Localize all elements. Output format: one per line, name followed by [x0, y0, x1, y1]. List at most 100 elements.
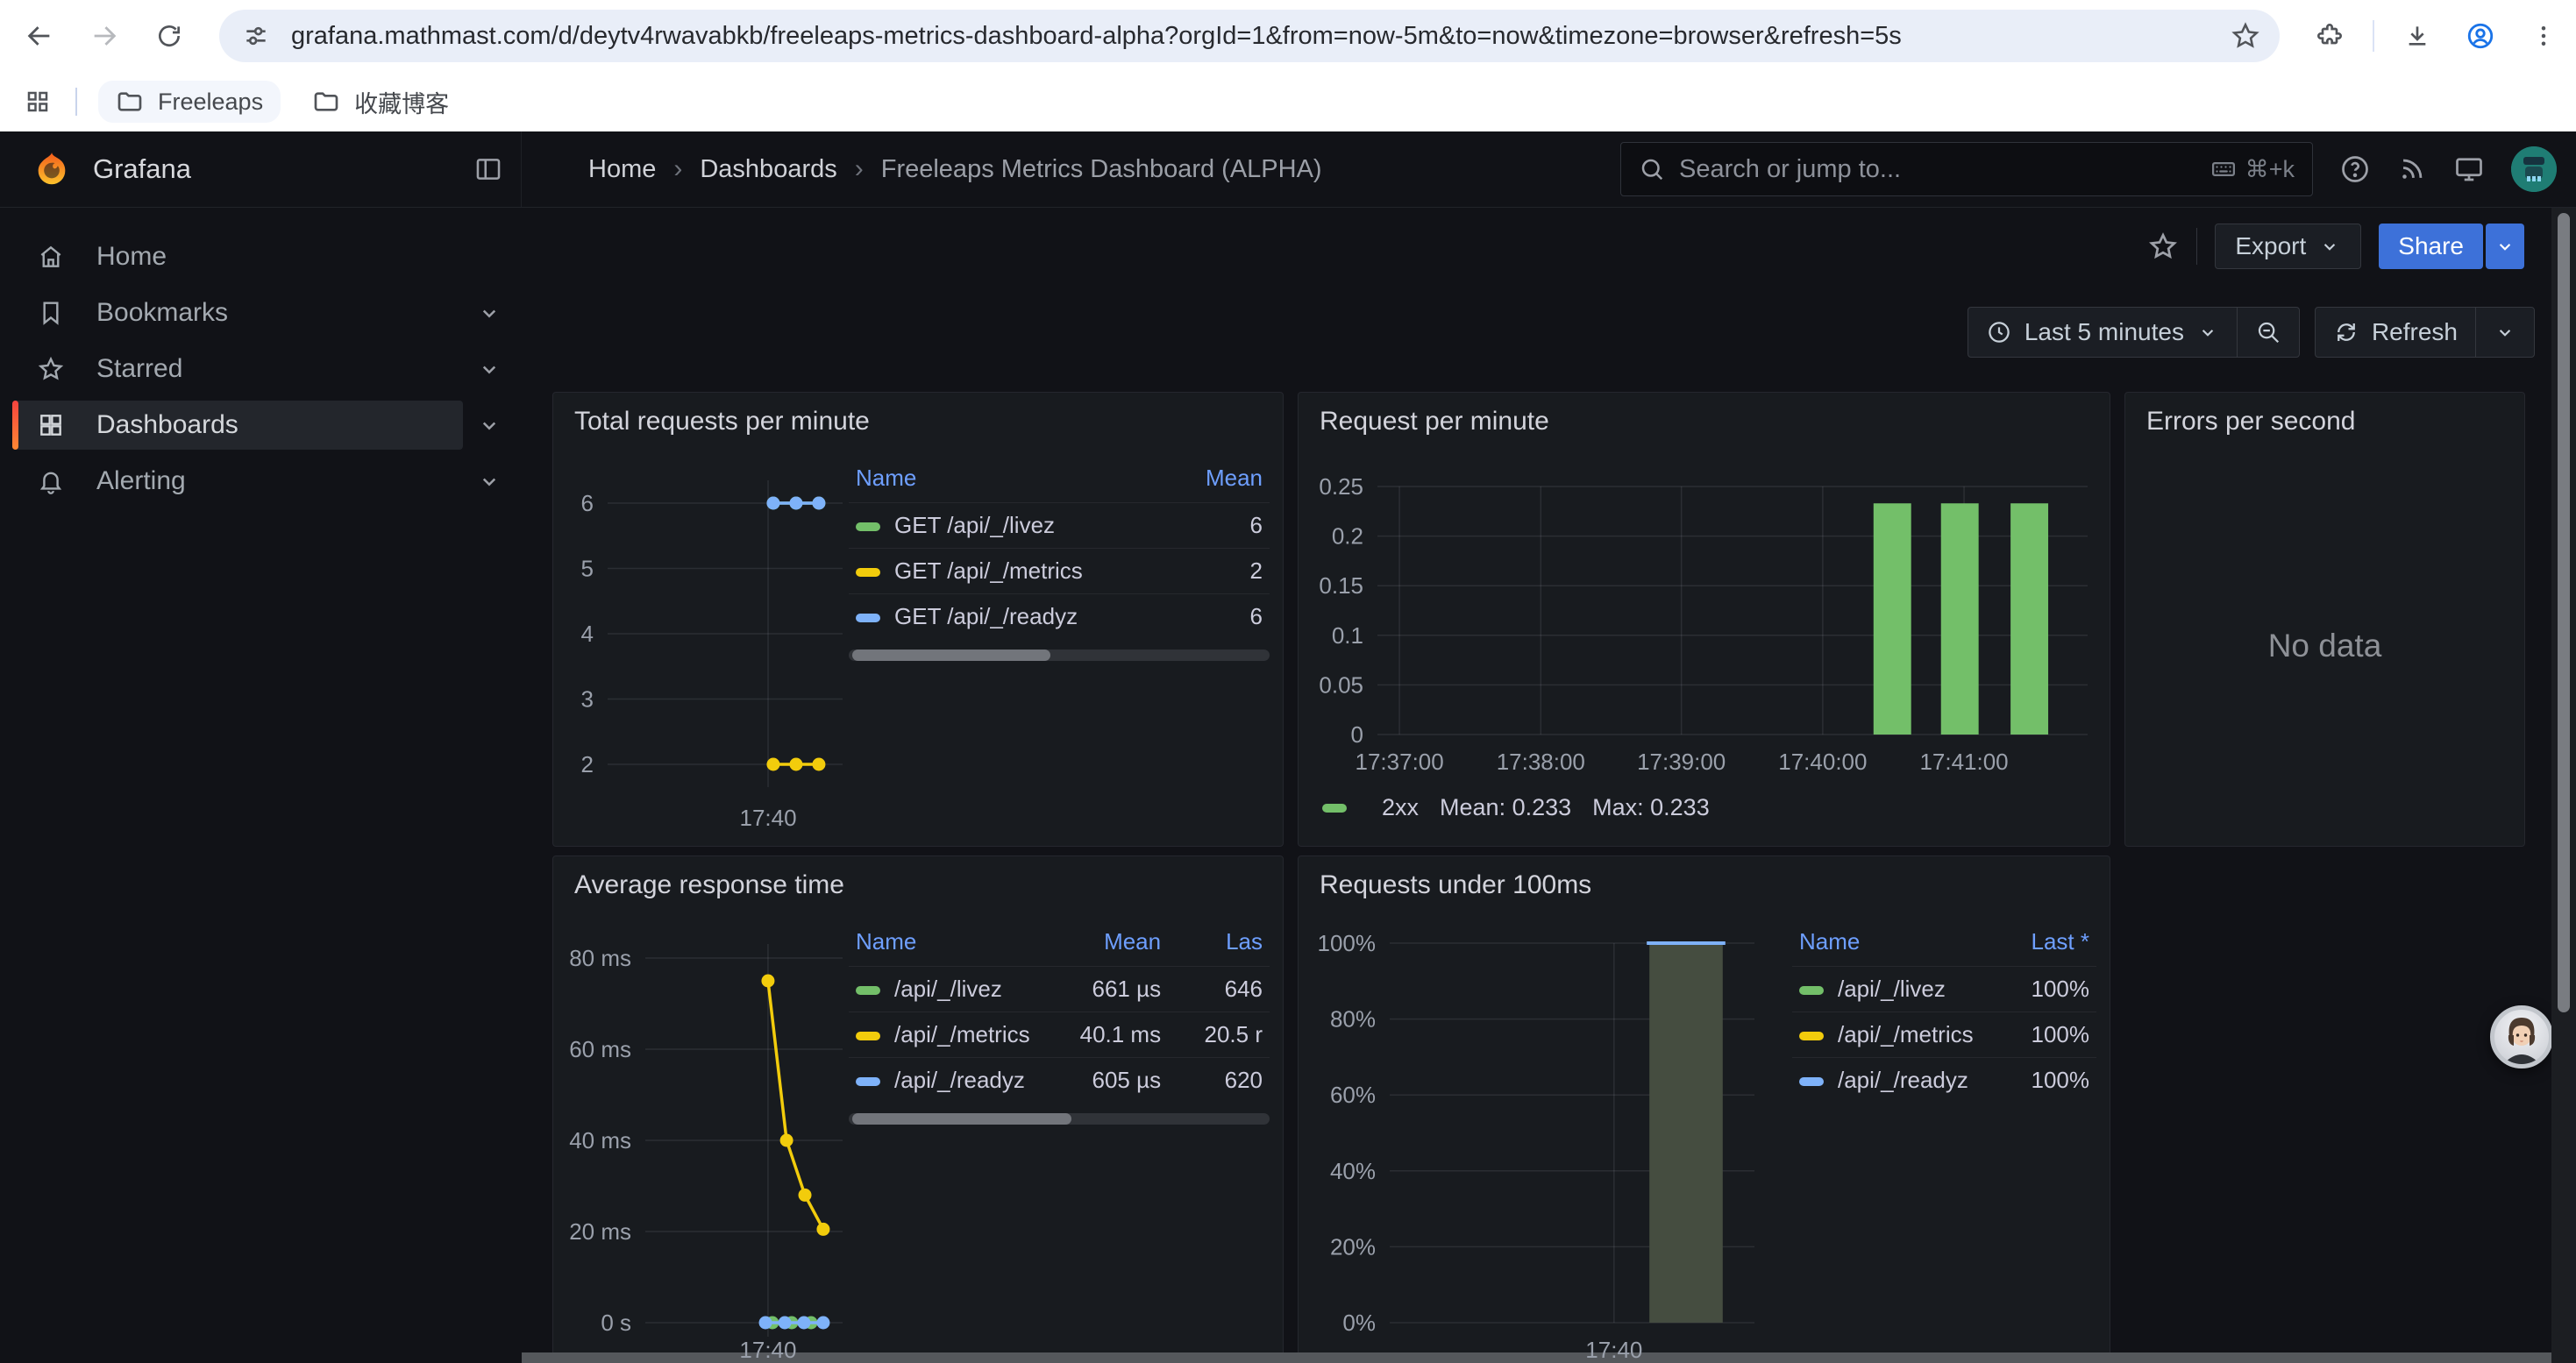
series-name[interactable]: 2xx	[1382, 794, 1419, 821]
browser-menu-icon[interactable]	[2523, 16, 2564, 56]
sidebar-item-bookmarks[interactable]: Bookmarks	[0, 288, 522, 337]
svg-text:17:40:00: 17:40:00	[1778, 749, 1867, 775]
legend-header[interactable]: Name	[849, 461, 1160, 503]
sidebar-item-starred[interactable]: Starred	[0, 344, 522, 394]
legend-row[interactable]: /api/_/metrics100%	[1792, 1012, 2096, 1058]
legend-table: NameMeanGET /api/_/livez6GET /api/_/metr…	[849, 461, 1270, 661]
breadcrumb-home[interactable]: Home	[588, 155, 656, 184]
sidebar-item-home[interactable]: Home	[0, 232, 522, 281]
bookmark-star-icon[interactable]	[2231, 21, 2260, 51]
refresh-label: Refresh	[2372, 318, 2458, 346]
svg-text:80%: 80%	[1330, 1006, 1376, 1033]
address-bar[interactable]: grafana.mathmast.com/d/deytv4rwavabkb/fr…	[219, 10, 2280, 62]
breadcrumb-dashboards[interactable]: Dashboards	[700, 155, 836, 184]
refresh-button[interactable]: Refresh	[2316, 308, 2475, 357]
bookmarks-bar: Freeleaps 收藏博客	[0, 72, 2576, 131]
reload-icon[interactable]	[149, 16, 189, 56]
series-value: 661 µs	[1041, 967, 1168, 1012]
assistant-avatar[interactable]	[2490, 1005, 2553, 1068]
export-button[interactable]: Export	[2215, 224, 2361, 269]
bookmark-folder-freeleaps[interactable]: Freeleaps	[98, 81, 281, 123]
url-text[interactable]: grafana.mathmast.com/d/deytv4rwavabkb/fr…	[291, 22, 1902, 51]
zoom-out-button[interactable]	[2238, 308, 2299, 357]
legend-header[interactable]: Las	[1168, 925, 1270, 967]
legend-header[interactable]: Last *	[1982, 925, 2096, 967]
legend-row[interactable]: /api/_/readyz605 µs620	[849, 1058, 1270, 1104]
svg-text:60 ms: 60 ms	[569, 1036, 631, 1062]
divider	[2373, 20, 2374, 52]
legend-row[interactable]: GET /api/_/metrics2	[849, 549, 1270, 594]
profile-icon[interactable]	[2460, 16, 2501, 56]
legend-scrollbar[interactable]	[849, 650, 1270, 661]
sidebar-item-alerting[interactable]: Alerting	[0, 457, 522, 506]
svg-text:5: 5	[581, 556, 594, 582]
panel-errors-per-second[interactable]: Errors per second No data	[2124, 392, 2525, 847]
news-rss-icon[interactable]	[2397, 154, 2427, 184]
legend-row[interactable]: /api/_/readyz100%	[1792, 1058, 2096, 1104]
chevron-down-icon[interactable]	[476, 300, 502, 326]
svg-text:2: 2	[581, 751, 594, 777]
panel-title[interactable]: Requests under 100ms	[1320, 870, 1591, 900]
refresh-interval-button[interactable]	[2476, 308, 2534, 357]
series-name[interactable]: /api/_/livez	[894, 976, 1002, 1002]
legend-header[interactable]: Name	[849, 925, 1041, 967]
time-range-picker[interactable]: Last 5 minutes	[1968, 308, 2237, 357]
series-name[interactable]: /api/_/readyz	[894, 1067, 1025, 1093]
favorite-star-icon[interactable]	[2147, 231, 2179, 262]
panel-total-requests[interactable]: Total requests per minute 6543217:40 Nam…	[552, 392, 1284, 847]
legend-header[interactable]: Name	[1792, 925, 1982, 967]
bar-chart[interactable]: 0.250.20.150.10.05017:37:0017:38:0017:39…	[1299, 393, 2111, 848]
search-input[interactable]: Search or jump to... ⌘+k	[1620, 142, 2313, 196]
svg-text:17:41:00: 17:41:00	[1919, 749, 2008, 775]
sidebar-item-dashboards[interactable]: Dashboards	[0, 401, 522, 450]
forward-icon[interactable]	[84, 16, 125, 56]
share-button[interactable]: Share	[2379, 224, 2483, 269]
series-color-pill	[1799, 1077, 1824, 1086]
back-icon[interactable]	[19, 16, 60, 56]
series-name[interactable]: /api/_/metrics	[1838, 1021, 1974, 1047]
series-name[interactable]: GET /api/_/readyz	[894, 603, 1078, 629]
legend-row[interactable]: /api/_/livez661 µs646	[849, 967, 1270, 1012]
legend-header[interactable]: Mean	[1160, 461, 1270, 503]
user-avatar[interactable]	[2511, 146, 2557, 192]
svg-text:4: 4	[581, 621, 594, 647]
breadcrumb: Home › Dashboards › Freeleaps Metrics Da…	[588, 154, 1322, 184]
display-icon[interactable]	[2453, 153, 2485, 185]
legend-row[interactable]: /api/_/metrics40.1 ms20.5 r	[849, 1012, 1270, 1058]
chevron-down-icon[interactable]	[476, 412, 502, 438]
apps-grid-icon[interactable]	[18, 82, 58, 122]
star-icon	[37, 355, 65, 383]
legend-scrollbar[interactable]	[849, 1113, 1270, 1125]
time-range-label: Last 5 minutes	[2025, 318, 2184, 346]
site-settings-icon[interactable]	[242, 22, 270, 50]
panel-title[interactable]: Total requests per minute	[574, 407, 870, 437]
series-name[interactable]: /api/_/metrics	[894, 1021, 1030, 1047]
series-name[interactable]: GET /api/_/livez	[894, 512, 1055, 538]
vertical-scrollbar[interactable]	[2551, 208, 2576, 1363]
chevron-down-icon[interactable]	[476, 356, 502, 382]
legend-header[interactable]: Mean	[1041, 925, 1168, 967]
scrollbar-thumb[interactable]	[2558, 213, 2570, 1012]
brand-name[interactable]: Grafana	[93, 153, 191, 185]
grafana-logo[interactable]	[32, 149, 72, 189]
legend-row[interactable]: /api/_/livez100%	[1792, 967, 2096, 1012]
share-menu-button[interactable]	[2486, 224, 2524, 269]
legend-row[interactable]: GET /api/_/livez6	[849, 503, 1270, 549]
series-name[interactable]: GET /api/_/metrics	[894, 557, 1083, 584]
dock-sidebar-icon[interactable]	[473, 154, 503, 184]
panel-title[interactable]: Errors per second	[2146, 407, 2355, 437]
panel-requests-under-100ms[interactable]: Requests under 100ms 100%80%60%40%20%0%1…	[1298, 855, 2110, 1363]
help-icon[interactable]	[2339, 153, 2371, 185]
extensions-icon[interactable]	[2309, 16, 2350, 56]
panel-request-per-minute[interactable]: Request per minute 0.250.20.150.10.05017…	[1298, 392, 2110, 847]
panel-average-response-time[interactable]: Average response time 80 ms60 ms40 ms20 …	[552, 855, 1284, 1363]
series-color-pill	[856, 986, 880, 995]
chevron-down-icon[interactable]	[476, 468, 502, 494]
panel-title[interactable]: Average response time	[574, 870, 844, 900]
bookmark-folder-blogs[interactable]: 收藏博客	[295, 78, 466, 126]
series-name[interactable]: /api/_/livez	[1838, 976, 1946, 1002]
legend-row[interactable]: GET /api/_/readyz6	[849, 594, 1270, 640]
download-icon[interactable]	[2397, 16, 2437, 56]
panel-title[interactable]: Request per minute	[1320, 407, 1549, 437]
series-name[interactable]: /api/_/readyz	[1838, 1067, 1968, 1093]
